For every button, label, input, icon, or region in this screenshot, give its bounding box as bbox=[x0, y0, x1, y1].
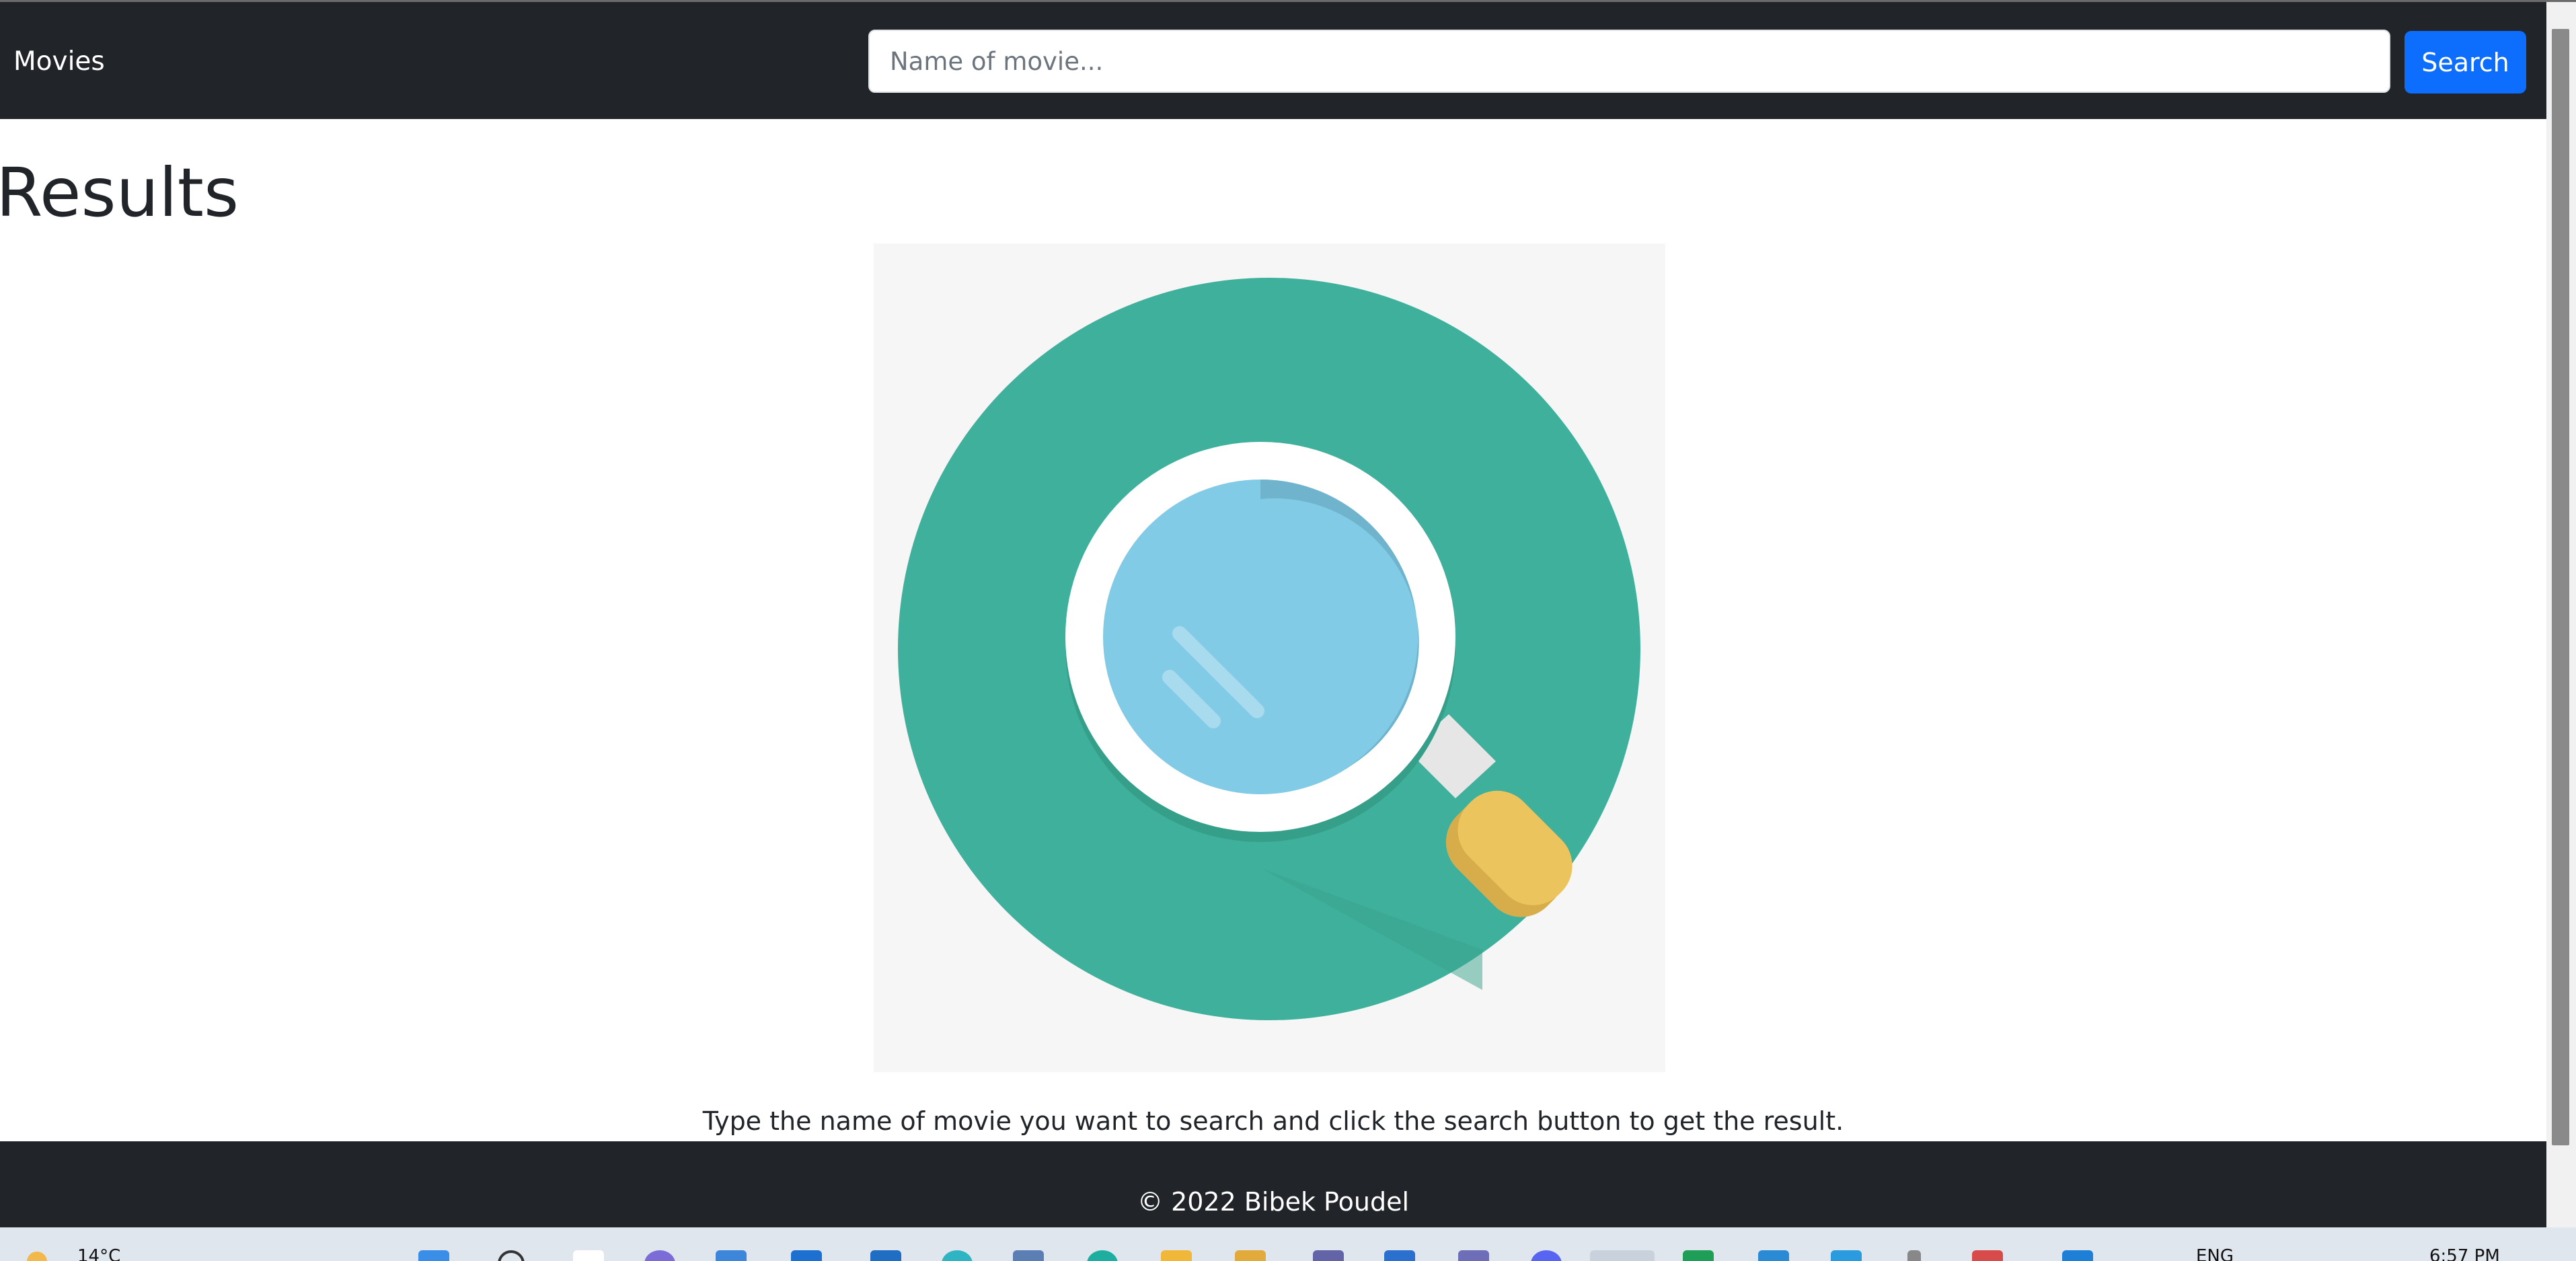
search-button[interactable]: Search bbox=[2404, 31, 2526, 93]
start-icon[interactable] bbox=[418, 1250, 449, 1261]
calendar-red-icon[interactable] bbox=[1972, 1250, 2003, 1261]
chat-icon[interactable] bbox=[644, 1250, 675, 1261]
browser-page: Movies Search Results bbox=[0, 0, 2546, 1261]
movie-search-input[interactable] bbox=[868, 30, 2390, 93]
dropbox-icon[interactable] bbox=[2062, 1250, 2093, 1261]
scrollbar-thumb[interactable] bbox=[2552, 29, 2569, 1145]
file-explorer-icon[interactable] bbox=[716, 1250, 747, 1261]
discord-icon[interactable] bbox=[1531, 1250, 1562, 1261]
calendar-icon[interactable] bbox=[1384, 1250, 1415, 1261]
language-indicator[interactable]: ENG bbox=[2196, 1246, 2234, 1261]
footer: © 2022 Bibek Poudel bbox=[0, 1141, 2546, 1227]
edge-icon[interactable] bbox=[791, 1250, 822, 1261]
task-view-icon[interactable] bbox=[573, 1250, 604, 1261]
magnifying-glass-icon bbox=[898, 278, 1640, 1020]
store-icon[interactable] bbox=[870, 1250, 901, 1261]
clock[interactable]: 6:57 PM bbox=[2429, 1246, 2500, 1261]
taskbar: 14°C ENG 6:57 PM bbox=[0, 1227, 2576, 1261]
sheets-icon[interactable] bbox=[1683, 1250, 1714, 1261]
weather-icon[interactable] bbox=[27, 1252, 47, 1261]
active-app-icon[interactable] bbox=[1590, 1250, 1655, 1261]
footer-copyright: © 2022 Bibek Poudel bbox=[1137, 1187, 1410, 1217]
chrome-icon[interactable] bbox=[1087, 1250, 1118, 1261]
vertical-scrollbar[interactable] bbox=[2546, 2, 2576, 1227]
search-icon[interactable] bbox=[498, 1250, 525, 1261]
mic-icon[interactable] bbox=[1907, 1250, 1921, 1261]
window-icon[interactable] bbox=[1758, 1250, 1789, 1261]
app-icon[interactable] bbox=[1235, 1250, 1266, 1261]
vscode-icon[interactable] bbox=[1831, 1250, 1862, 1261]
people-icon[interactable] bbox=[1458, 1250, 1489, 1261]
code-editor-icon[interactable] bbox=[1013, 1250, 1044, 1261]
navbar: Movies Search bbox=[0, 2, 2546, 119]
weather-temperature[interactable]: 14°C bbox=[77, 1246, 120, 1261]
helper-text: Type the name of movie you want to searc… bbox=[702, 1106, 1844, 1136]
folder-icon[interactable] bbox=[1161, 1250, 1192, 1261]
search-illustration bbox=[874, 243, 1665, 1072]
brand-link[interactable]: Movies bbox=[13, 45, 105, 79]
browser-icon[interactable] bbox=[942, 1250, 973, 1261]
teams-icon[interactable] bbox=[1313, 1250, 1344, 1261]
page-title: Results bbox=[0, 153, 239, 232]
window-top-edge bbox=[0, 0, 2576, 2]
